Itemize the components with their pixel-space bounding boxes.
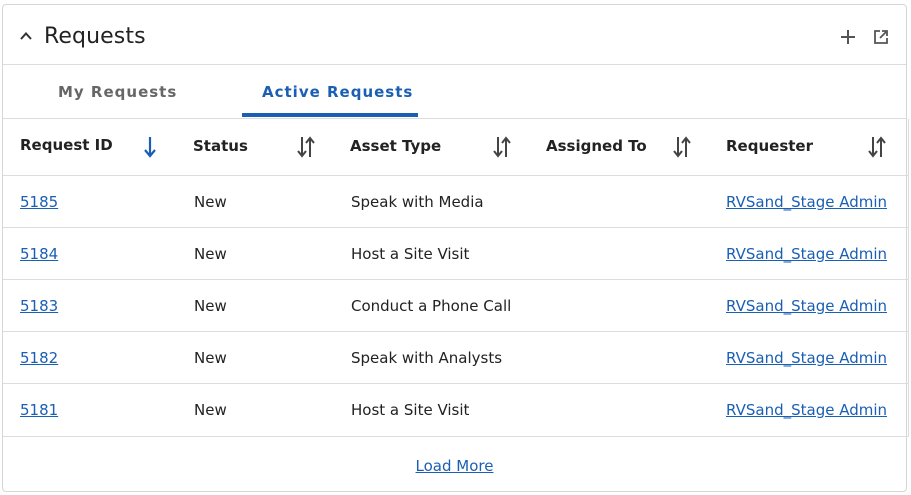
column-header-requester: Requester	[726, 137, 813, 155]
table-row: 5182 New Speak with Analysts RVSand_Stag…	[3, 332, 908, 384]
requester-link[interactable]: RVSand_Stage Admin	[726, 401, 887, 419]
status-cell: New	[194, 193, 227, 211]
requests-widget: Requests My Requests Active Requests Req…	[2, 4, 909, 493]
requests-table: Request ID Status Asset Type Assigned To	[3, 119, 909, 437]
request-id-link[interactable]: 5183	[20, 297, 58, 315]
request-id-link[interactable]: 5182	[20, 349, 58, 367]
column-header-status: Status	[193, 137, 248, 155]
tab-my-requests[interactable]: My Requests	[58, 83, 177, 101]
table-row: 5185 New Speak with Media RVSand_Stage A…	[3, 176, 908, 228]
table-row: 5184 New Host a Site Visit RVSand_Stage …	[3, 228, 908, 280]
column-header-request-id: Request ID	[20, 136, 113, 154]
table-row: 5181 New Host a Site Visit RVSand_Stage …	[3, 384, 908, 436]
sort-descending-icon[interactable]	[139, 134, 161, 160]
sort-icon[interactable]	[491, 134, 513, 160]
table-header: Request ID Status Asset Type Assigned To	[3, 119, 908, 176]
tab-bar: My Requests Active Requests	[3, 65, 906, 119]
active-tab-indicator	[242, 113, 418, 117]
widget-header: Requests	[3, 5, 906, 65]
external-link-icon[interactable]	[871, 27, 891, 47]
sort-icon[interactable]	[671, 134, 693, 160]
request-id-link[interactable]: 5181	[20, 401, 58, 419]
column-header-asset-type: Asset Type	[350, 137, 442, 155]
asset-type-cell: Speak with Analysts	[351, 349, 503, 367]
sort-icon[interactable]	[295, 134, 317, 160]
asset-type-cell: Host a Site Visit	[351, 245, 470, 263]
requester-link[interactable]: RVSand_Stage Admin	[726, 297, 887, 315]
load-more-link[interactable]: Load More	[3, 457, 906, 475]
tab-active-requests[interactable]: Active Requests	[262, 83, 413, 101]
requester-link[interactable]: RVSand_Stage Admin	[726, 193, 887, 211]
plus-icon[interactable]	[838, 27, 858, 47]
status-cell: New	[194, 349, 227, 367]
requester-link[interactable]: RVSand_Stage Admin	[726, 245, 887, 263]
sort-icon[interactable]	[866, 134, 888, 160]
request-id-link[interactable]: 5185	[20, 193, 58, 211]
column-header-assigned-to: Assigned To	[546, 137, 647, 155]
asset-type-cell: Conduct a Phone Call	[351, 297, 512, 315]
widget-footer: Load More	[3, 437, 906, 493]
chevron-up-icon[interactable]	[17, 27, 35, 45]
requester-link[interactable]: RVSand_Stage Admin	[726, 349, 887, 367]
status-cell: New	[194, 401, 227, 419]
request-id-link[interactable]: 5184	[20, 245, 58, 263]
table-row: 5183 New Conduct a Phone Call RVSand_Sta…	[3, 280, 908, 332]
status-cell: New	[194, 297, 227, 315]
widget-title: Requests	[44, 24, 146, 49]
status-cell: New	[194, 245, 227, 263]
asset-type-cell: Speak with Media	[351, 193, 484, 211]
asset-type-cell: Host a Site Visit	[351, 401, 470, 419]
